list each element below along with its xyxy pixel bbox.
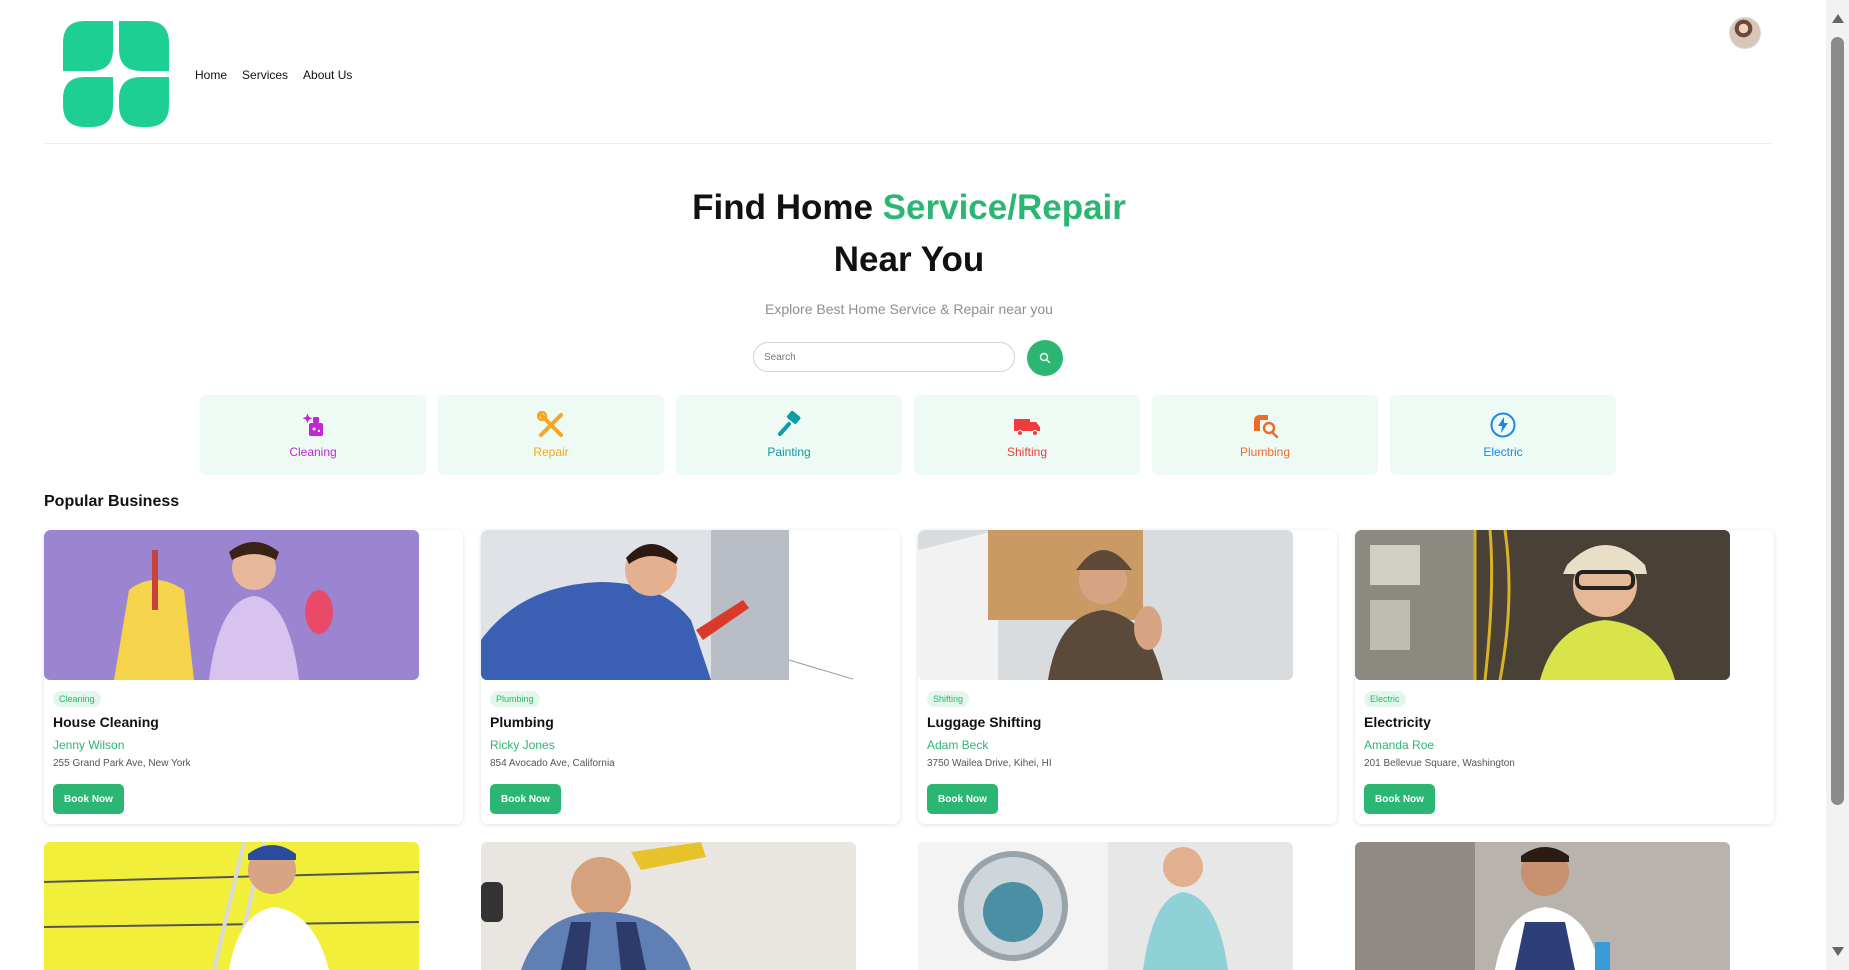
user-avatar[interactable] [1729,17,1761,49]
search-input[interactable] [754,343,1014,371]
business-grid: Cleaning House Cleaning Jenny Wilson 255… [44,530,1774,824]
business-image [918,530,1293,680]
category-label: Repair [533,445,569,459]
business-owner: Amanda Roe [1364,738,1435,752]
section-title-popular: Popular Business [44,493,180,510]
business-tag: Shifting [927,691,970,707]
hero-title-accent: Service/Repair [882,188,1126,227]
business-image [481,530,856,680]
business-image[interactable] [918,842,1293,970]
logo-icon[interactable] [63,21,169,127]
business-owner: Adam Beck [927,738,989,752]
hero-subtitle: Explore Best Home Service & Repair near … [765,301,1053,317]
category-cleaning[interactable]: Cleaning [200,395,426,475]
nav-about-us[interactable]: About Us [303,68,352,82]
business-card[interactable]: Electric Electricity Amanda Roe 201 Bell… [1355,530,1774,824]
book-now-button[interactable]: Book Now [927,784,998,814]
main-nav: Home Services About Us [195,68,352,82]
business-title: Plumbing [490,714,554,730]
business-tag: Plumbing [490,691,540,707]
nav-home[interactable]: Home [195,68,227,82]
search-icon [1039,352,1051,364]
scroll-up-arrow-icon[interactable] [1832,14,1844,23]
business-tag: Electric [1364,691,1406,707]
lightning-icon [1489,411,1517,439]
plumbing-icon [1251,411,1279,439]
hero-title-part1: Find Home [692,188,883,227]
header: Home Services About Us [44,4,1773,144]
business-address: 854 Avocado Ave, California [490,758,615,769]
repair-tools-icon [537,411,565,439]
scrollbar-thumb[interactable] [1831,37,1844,805]
search-button[interactable] [1027,340,1063,376]
hero-title-line2: Near You [833,240,985,279]
category-shifting[interactable]: Shifting [914,395,1140,475]
business-card[interactable]: Shifting Luggage Shifting Adam Beck 3750… [918,530,1337,824]
nav-services[interactable]: Services [242,68,288,82]
business-address: 255 Grand Park Ave, New York [53,758,191,769]
category-repair[interactable]: Repair [438,395,664,475]
cleaning-icon [299,411,327,439]
category-label: Cleaning [289,445,337,459]
category-label: Plumbing [1239,445,1291,459]
business-title: Luggage Shifting [927,714,1042,730]
business-image[interactable] [44,842,419,970]
business-address: 201 Bellevue Square, Washington [1364,758,1515,769]
book-now-button[interactable]: Book Now [1364,784,1435,814]
business-image[interactable] [481,842,856,970]
hero-title-line1: Find Home Service/Repair [0,188,1818,228]
book-now-button[interactable]: Book Now [53,784,124,814]
business-title: House Cleaning [53,714,159,730]
business-card[interactable]: Cleaning House Cleaning Jenny Wilson 255… [44,530,463,824]
category-electric[interactable]: Electric [1390,395,1616,475]
paint-brush-icon [775,411,803,439]
category-label: Painting [767,445,811,459]
category-painting[interactable]: Painting [676,395,902,475]
business-image [44,530,419,680]
business-title: Electricity [1364,714,1431,730]
business-address: 3750 Wailea Drive, Kihei, HI [927,758,1052,769]
category-plumbing[interactable]: Plumbing [1152,395,1378,475]
business-card[interactable]: Plumbing Plumbing Ricky Jones 854 Avocad… [481,530,900,824]
book-now-button[interactable]: Book Now [490,784,561,814]
truck-icon [1013,411,1041,439]
category-list: Cleaning Repair Painting Shifting Plumbi… [200,395,1616,475]
business-image [1355,530,1730,680]
business-row-2 [44,842,1730,970]
category-label: Electric [1483,445,1523,459]
business-tag: Cleaning [53,691,101,707]
category-label: Shifting [1006,445,1048,459]
business-owner: Jenny Wilson [53,738,125,752]
scroll-down-arrow-icon[interactable] [1832,947,1844,956]
business-owner: Ricky Jones [490,738,555,752]
business-image[interactable] [1355,842,1730,970]
search-box [753,342,1015,372]
page: Home Services About Us Find Home Service… [0,0,1826,970]
page-scrollbar[interactable] [1826,0,1849,970]
